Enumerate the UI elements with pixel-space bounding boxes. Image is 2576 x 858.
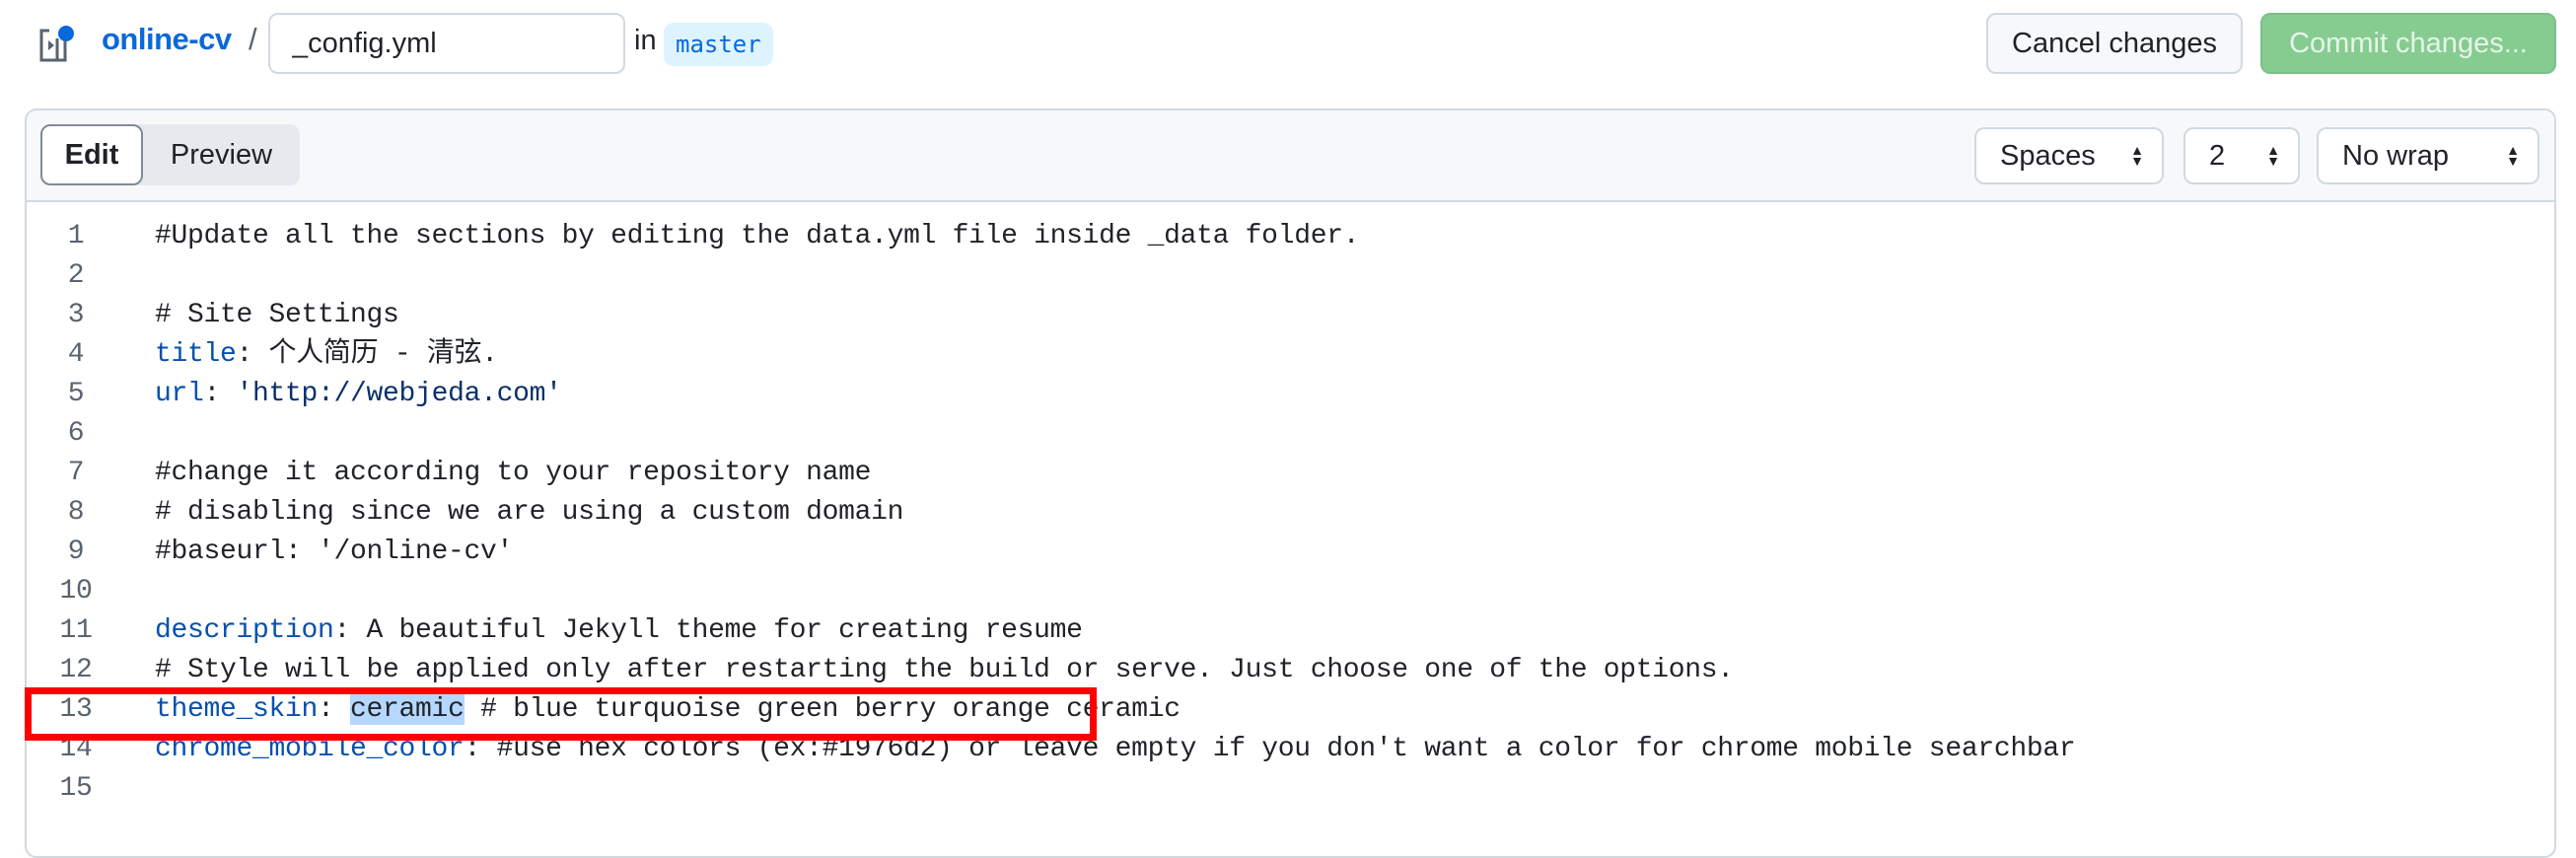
code-line[interactable]: 11 description: A beautiful Jekyll theme … — [27, 611, 2554, 651]
code-line[interactable]: 12 # Style will be applied only after res… — [27, 651, 2554, 690]
code-token: # Style will be applied only after resta… — [155, 655, 1734, 685]
editor: Edit Preview Spaces ▲ ▼ 2 ▲ ▼ No wrap ▲ ▼ 1 #Up… — [25, 108, 2556, 858]
in-label: in — [634, 25, 657, 56]
line-number: 4 — [67, 339, 85, 370]
cancel-changes-button[interactable]: Cancel changes — [1986, 13, 2243, 74]
select-arrows-icon: ▲ ▼ — [2506, 142, 2520, 169]
line-number: 9 — [67, 536, 85, 567]
path-separator: / — [249, 22, 257, 56]
line-number: 6 — [67, 418, 85, 449]
branch-badge[interactable]: master — [664, 23, 773, 66]
code-token: #baseurl: '/online-cv' — [155, 536, 514, 567]
code-line[interactable]: 9 #baseurl: '/online-cv' — [27, 533, 2554, 572]
line-number: 15 — [59, 773, 93, 804]
code-line[interactable]: 10 — [27, 572, 2554, 611]
line-number: 7 — [67, 458, 85, 488]
line-text: # disabling since we are using a custom … — [155, 493, 903, 533]
line-number: 2 — [67, 260, 85, 291]
code-line[interactable]: 8 # disabling since we are using a custom… — [27, 493, 2554, 533]
line-text: url: 'http://webjeda.com' — [155, 375, 562, 414]
line-number: 10 — [59, 576, 93, 607]
indent-size-value: 2 — [2209, 139, 2226, 172]
code-token: 'http://webjeda.com' — [236, 379, 562, 409]
commit-changes-button[interactable]: Commit changes... — [2260, 13, 2556, 74]
line-number: 5 — [67, 379, 85, 409]
code-line[interactable]: 6 — [27, 414, 2554, 454]
code-line[interactable]: 3 # Site Settings — [27, 296, 2554, 335]
tab-edit[interactable]: Edit — [40, 124, 143, 185]
line-text: description: A beautiful Jekyll theme fo… — [155, 611, 1083, 651]
code-token: #change it according to your repository … — [155, 458, 872, 488]
code-token: # disabling since we are using a custom … — [155, 497, 904, 528]
editor-toolbar: Edit Preview Spaces ▲ ▼ 2 ▲ ▼ No wrap ▲ ▼ — [27, 110, 2554, 202]
code-token: : — [203, 379, 237, 409]
wrap-mode-value: No wrap — [2342, 139, 2449, 172]
line-text: #Update all the sections by editing the … — [155, 217, 1360, 256]
yaml-key: url — [155, 379, 204, 409]
line-number: 11 — [59, 615, 93, 646]
code-line[interactable]: 4 title: 个人简历 - 清弦. — [27, 335, 2554, 375]
line-number: 8 — [67, 497, 85, 528]
code-line[interactable]: 7 #change it according to your repository… — [27, 454, 2554, 493]
edit-preview-tabs: Edit Preview — [40, 124, 300, 185]
line-text: title: 个人简历 - 清弦. — [155, 335, 498, 375]
code-area[interactable]: 1 #Update all the sections by editing the… — [27, 202, 2554, 856]
line-number: 12 — [59, 655, 93, 685]
code-line[interactable]: 2 — [27, 256, 2554, 296]
line-number: 3 — [67, 300, 85, 330]
line-text: # Site Settings — [155, 296, 399, 335]
yaml-key: title — [155, 339, 237, 370]
annotation-highlight-box — [25, 687, 1097, 741]
indent-mode-select[interactable]: Spaces ▲ ▼ — [1974, 127, 2164, 184]
select-arrows-icon: ▲ ▼ — [2130, 142, 2144, 169]
indent-size-select[interactable]: 2 ▲ ▼ — [2183, 127, 2300, 184]
code-token: # Site Settings — [155, 300, 399, 330]
line-text: #change it according to your repository … — [155, 454, 871, 493]
line-text: #baseurl: '/online-cv' — [155, 533, 513, 572]
code-token: : 个人简历 - 清弦. — [236, 339, 499, 370]
line-number: 1 — [67, 221, 85, 251]
line-text: # Style will be applied only after resta… — [155, 651, 1734, 690]
code-line[interactable]: 15 — [27, 769, 2554, 809]
file-code-icon — [39, 25, 74, 62]
select-arrows-icon: ▲ ▼ — [2266, 142, 2280, 169]
code-token: : A beautiful Jekyll theme for creating … — [333, 615, 1083, 646]
filename-input[interactable] — [268, 13, 625, 74]
yaml-key: description — [155, 615, 334, 646]
repo-link[interactable]: online-cv — [102, 22, 232, 57]
wrap-mode-select[interactable]: No wrap ▲ ▼ — [2317, 127, 2540, 184]
code-token: #Update all the sections by editing the … — [155, 221, 1360, 251]
code-line[interactable]: 5 url: 'http://webjeda.com' — [27, 375, 2554, 414]
indent-mode-value: Spaces — [2000, 139, 2096, 172]
tab-preview[interactable]: Preview — [143, 124, 300, 185]
code-line[interactable]: 1 #Update all the sections by editing the… — [27, 217, 2554, 256]
